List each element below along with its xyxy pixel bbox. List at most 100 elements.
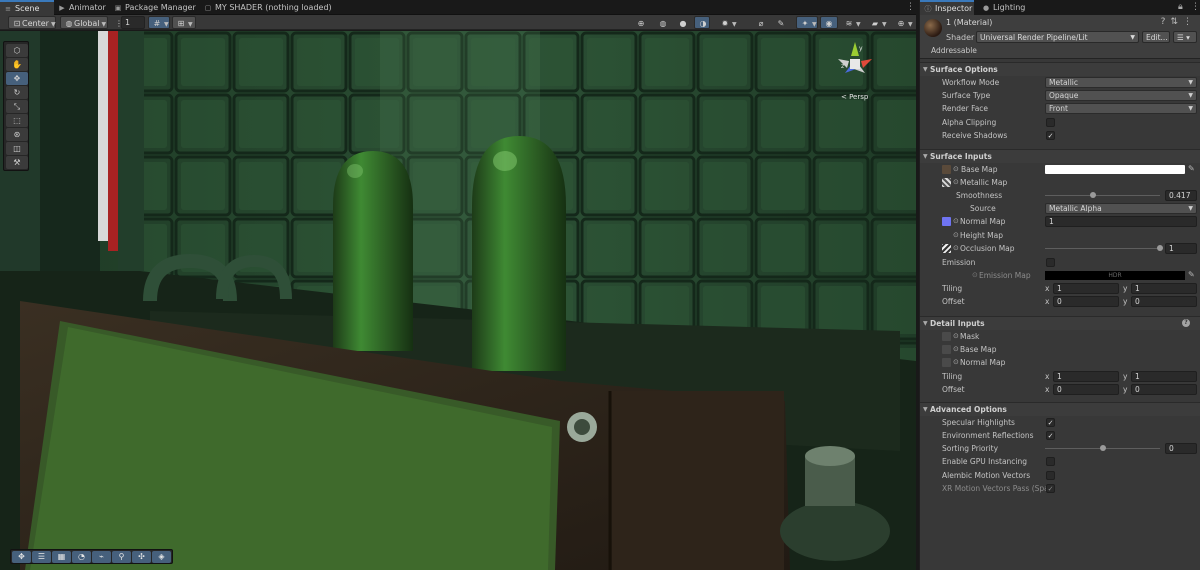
specular-highlights-checkbox[interactable]: ✓ xyxy=(1046,418,1055,427)
align-icon[interactable]: ☰ xyxy=(32,551,51,563)
emission-color-swatch[interactable]: HDR xyxy=(1045,271,1185,280)
2d-toggle-icon[interactable]: ⌀ xyxy=(752,16,768,29)
shaded-icon[interactable]: ● xyxy=(674,16,690,29)
surface-options-header[interactable]: ▼ Surface Options xyxy=(920,63,1200,76)
alembic-motion-checkbox[interactable]: ✓ xyxy=(1046,471,1055,480)
alpha-clipping-checkbox[interactable]: ✓ xyxy=(1046,118,1055,127)
smoothness-source-dropdown[interactable]: Metallic Alpha ▼ xyxy=(1045,203,1197,214)
snap-settings-button[interactable]: ⊞ ▼ xyxy=(172,16,196,29)
occlusion-input[interactable]: 1 xyxy=(1165,243,1197,254)
scene-tab-menu-icon[interactable]: ⋮ xyxy=(906,0,915,15)
edit-shader-button[interactable]: Edit... xyxy=(1142,31,1170,43)
draw-mode-icon[interactable]: ⊕ xyxy=(632,16,648,29)
smoothness-slider-handle[interactable] xyxy=(1089,192,1096,198)
tab-scene[interactable]: ≡ Scene xyxy=(0,0,54,15)
offset-x-input[interactable]: 0 xyxy=(1053,296,1119,307)
detail-offset-x-input[interactable]: 0 xyxy=(1053,384,1119,395)
pivot-rotation-dropdown[interactable]: ◍ Global ▼ xyxy=(60,16,108,29)
workflow-mode-dropdown[interactable]: Metallic ▼ xyxy=(1045,77,1197,88)
move-overlay-icon[interactable]: ✥ xyxy=(12,551,31,563)
tab-lighting[interactable]: ● Lighting xyxy=(978,0,1038,15)
layers-button[interactable]: ≋ ▼ xyxy=(840,16,864,29)
view-tool-button[interactable]: ⬡ xyxy=(6,44,28,57)
shader-dropdown[interactable]: Universal Render Pipeline/Lit ▼ xyxy=(976,31,1139,43)
projection-toggle[interactable]: < Persp xyxy=(841,93,868,101)
transform-tool-button[interactable]: ⊛ xyxy=(6,128,28,141)
help-icon[interactable]: ? xyxy=(1161,17,1171,27)
occlusion-slider-handle[interactable] xyxy=(1157,245,1163,251)
editor-tab-strip: ≡ Scene ▶ Animator ▣ Package Manager ▢ MY SH… xyxy=(0,0,916,15)
tab-animator[interactable]: ▶ Animator xyxy=(54,0,110,15)
rect-tool-button[interactable]: ⬚ xyxy=(6,114,28,127)
snap-increment-input[interactable]: 1 xyxy=(121,16,145,29)
gpu-instancing-checkbox[interactable]: ✓ xyxy=(1046,457,1055,466)
brush-icon[interactable]: ⌁ xyxy=(92,551,111,563)
detail-inputs-header[interactable]: ▼ Detail Inputs? xyxy=(920,317,1200,330)
base-map-texture-slot[interactable] xyxy=(942,165,951,174)
surface-inputs-header[interactable]: ▼ Surface Inputs xyxy=(920,150,1200,163)
normal-scale-input[interactable]: 1 xyxy=(1045,216,1197,227)
base-color-swatch[interactable] xyxy=(1045,165,1185,174)
lit-shading-button[interactable]: ◑ xyxy=(694,16,710,29)
receive-shadows-checkbox[interactable]: ✓ xyxy=(1046,131,1055,140)
detail-base-texture-slot[interactable] xyxy=(942,345,951,354)
emission-checkbox[interactable]: ✓ xyxy=(1046,258,1055,267)
scene-visibility-button[interactable]: ◉ xyxy=(820,16,838,29)
shading-options-button[interactable]: ✹ ▼ xyxy=(716,16,740,29)
compass-icon[interactable]: ◈ xyxy=(152,551,171,563)
occlusion-slider-track[interactable] xyxy=(1045,248,1160,249)
source-row: Source Metallic Alpha ▼ xyxy=(920,202,1200,215)
detail-normal-texture-slot[interactable] xyxy=(942,358,951,367)
pivot-mode-dropdown[interactable]: ⊡ Center ▼ xyxy=(8,16,56,29)
detail-tiling-y-input[interactable]: 1 xyxy=(1131,371,1197,382)
offset-y-input[interactable]: 0 xyxy=(1131,296,1197,307)
shaded-wireframe-icon[interactable]: ◍ xyxy=(654,16,670,29)
rotate-overlay-icon[interactable]: ◔ xyxy=(72,551,91,563)
inspector-menu-icon[interactable]: ⋮ xyxy=(1191,0,1200,15)
camera-settings-button[interactable]: ▰ ▼ xyxy=(866,16,890,29)
tab-package-manager[interactable]: ▣ Package Manager xyxy=(110,0,200,15)
sorting-priority-slider-handle[interactable] xyxy=(1099,445,1106,451)
tiling-x-input[interactable]: 1 xyxy=(1053,283,1119,294)
audio-fx-button[interactable]: ✦ ▼ xyxy=(796,16,818,29)
grid-align-icon[interactable]: ▦ xyxy=(52,551,71,563)
hand-tool-button[interactable]: ✋ xyxy=(6,58,28,71)
inspector-panel: ⓘ Inspector ● Lighting 🔒︎ ⋮ 1 (Material) ?… xyxy=(919,0,1200,570)
occlusion-map-texture-slot[interactable] xyxy=(942,244,951,253)
environment-reflections-checkbox[interactable]: ✓ xyxy=(1046,431,1055,440)
custom-tool-button[interactable]: ◫ xyxy=(6,142,28,155)
grid-visibility-button[interactable]: # ▼ xyxy=(148,16,170,29)
detail-tiling-x-input[interactable]: 1 xyxy=(1053,371,1119,382)
metallic-map-texture-slot[interactable] xyxy=(942,178,951,187)
eyedropper-icon[interactable]: ✎ xyxy=(1188,164,1195,173)
eyedropper-icon[interactable]: ✎ xyxy=(1188,270,1195,279)
lighting-toggle-icon[interactable]: ✎ xyxy=(772,16,788,29)
mask-texture-slot[interactable] xyxy=(942,332,951,341)
arrows-icon[interactable]: ✣ xyxy=(132,551,151,563)
kebab-icon[interactable]: ⋮ xyxy=(1183,17,1197,27)
advanced-options-header[interactable]: ▼ Advanced Options xyxy=(920,403,1200,416)
dot-icon: ⊙ xyxy=(953,358,959,366)
preset-icon[interactable]: ⇅ xyxy=(1170,17,1183,27)
move-tool-button[interactable]: ✥ xyxy=(6,72,28,85)
search-icon[interactable]: ⚲ xyxy=(112,551,131,563)
help-icon[interactable]: ? xyxy=(1182,319,1190,327)
tab-my-shader[interactable]: ▢ MY SHADER (nothing loaded) xyxy=(200,0,340,15)
tiling-y-input[interactable]: 1 xyxy=(1131,283,1197,294)
surface-type-dropdown[interactable]: Opaque ▼ xyxy=(1045,90,1197,101)
detail-offset-y-input[interactable]: 0 xyxy=(1131,384,1197,395)
rotate-tool-button[interactable]: ↻ xyxy=(6,86,28,99)
normal-map-texture-slot[interactable] xyxy=(942,217,951,226)
render-face-dropdown[interactable]: Front ▼ xyxy=(1045,103,1197,114)
grid-snap-icon[interactable]: ⋮ xyxy=(110,16,123,29)
gizmos-button[interactable]: ⊕ ▼ xyxy=(892,16,914,29)
tab-inspector[interactable]: ⓘ Inspector xyxy=(920,0,974,15)
smoothness-slider-track[interactable] xyxy=(1045,195,1160,196)
shader-list-button[interactable]: ☰ ▾ xyxy=(1173,31,1197,43)
sorting-priority-input[interactable]: 0 xyxy=(1165,443,1197,454)
scale-tool-button[interactable]: ⤡ xyxy=(6,100,28,113)
scene-view[interactable]: y z < Persp ⬡ ✋ ✥ ↻ ⤡ ⬚ ⊛ ◫ ⚒ ✥ ☰ ▦ ◔ ⌁ … xyxy=(0,31,916,570)
smoothness-input[interactable]: 0.417 xyxy=(1165,190,1197,201)
editor-tool-button[interactable]: ⚒ xyxy=(6,156,28,169)
lock-icon[interactable]: 🔒︎ xyxy=(1178,0,1183,15)
